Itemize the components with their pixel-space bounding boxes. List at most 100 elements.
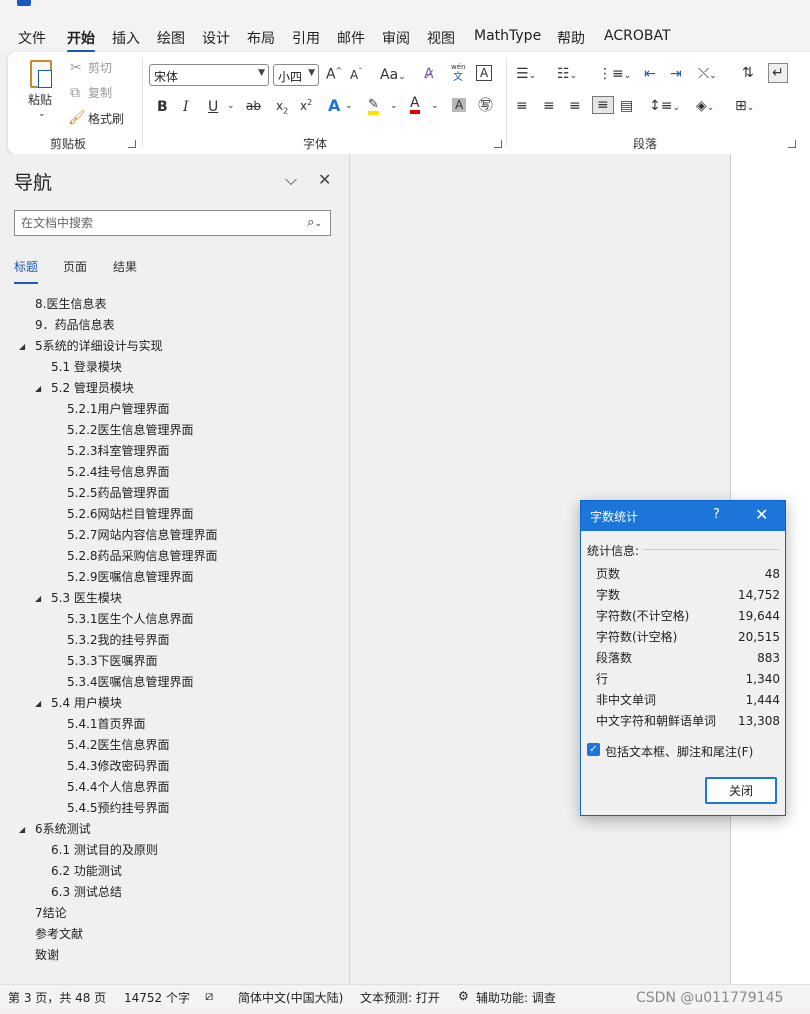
tab-review[interactable]: 审阅 bbox=[382, 28, 410, 48]
include-textbox-label[interactable]: 包括文本框、脚注和尾注(F) bbox=[605, 743, 753, 760]
nav-tree-item[interactable]: 5.2.8药品采购信息管理界面 bbox=[67, 546, 218, 567]
font-launcher-icon[interactable] bbox=[494, 140, 502, 148]
nav-tree-item[interactable]: 5.4.4个人信息界面 bbox=[67, 777, 170, 798]
nav-tree-item[interactable]: 7结论 bbox=[35, 903, 67, 924]
align-center-icon[interactable]: ≡ bbox=[543, 99, 555, 113]
tab-design[interactable]: 设计 bbox=[202, 28, 230, 48]
line-spacing-icon[interactable]: ↕≡⌄ bbox=[649, 99, 680, 113]
decrease-indent-icon[interactable]: ⇤ bbox=[644, 67, 656, 81]
tab-insert[interactable]: 插入 bbox=[112, 28, 140, 48]
tab-layout[interactable]: 布局 bbox=[247, 28, 275, 48]
chevron-down-icon[interactable]: ⌵ bbox=[285, 170, 297, 190]
nav-tree-item[interactable]: 5.2.9医嘱信息管理界面 bbox=[67, 567, 194, 588]
multilevel-list-icon[interactable]: ⋮≡⌄ bbox=[598, 67, 631, 81]
nav-tree-item[interactable]: 5.2.3科室管理界面 bbox=[67, 441, 170, 462]
collapse-triangle-icon[interactable]: ◢ bbox=[19, 336, 25, 357]
collapse-triangle-icon[interactable]: ◢ bbox=[35, 588, 41, 609]
nav-tree-item[interactable]: 5.4.3修改密码界面 bbox=[67, 756, 170, 777]
chevron-down-icon[interactable]: ⌄ bbox=[345, 102, 353, 111]
underline-icon[interactable]: U bbox=[208, 100, 218, 114]
nav-tree-item[interactable]: 5.2.7网站内容信息管理界面 bbox=[67, 525, 218, 546]
word-count-status[interactable]: 14752 个字 bbox=[124, 989, 190, 1006]
justify-icon[interactable]: ≡ bbox=[592, 96, 614, 114]
nav-tree-item[interactable]: 5.4.1首页界面 bbox=[67, 714, 146, 735]
font-name-combo[interactable]: 宋体 ▼ bbox=[149, 64, 269, 86]
shading-icon[interactable]: ◈⌄ bbox=[696, 99, 714, 113]
clear-format-icon[interactable]: A̷ bbox=[424, 67, 434, 81]
search-input[interactable] bbox=[15, 211, 295, 235]
nav-tree-item[interactable]: 9．药品信息表 bbox=[35, 315, 115, 336]
nav-tree-item[interactable]: ◢ 5.2 管理员模块 bbox=[35, 378, 134, 399]
nav-tree-item[interactable]: 5.3.4医嘱信息管理界面 bbox=[67, 672, 194, 693]
nav-tree-item[interactable]: 6.1 测试目的及原则 bbox=[51, 840, 158, 861]
help-icon[interactable]: ? bbox=[713, 507, 720, 522]
tab-help[interactable]: 帮助 bbox=[557, 28, 585, 48]
text-prediction-status[interactable]: 文本预测: 打开 bbox=[360, 989, 440, 1006]
italic-icon[interactable]: I bbox=[183, 100, 189, 114]
numbering-icon[interactable]: ☷⌄ bbox=[557, 67, 577, 81]
nav-tree-item[interactable]: ◢ 5系统的详细设计与实现 bbox=[19, 336, 163, 357]
tab-file[interactable]: 文件 bbox=[18, 28, 46, 48]
text-effects-icon[interactable]: A bbox=[328, 98, 340, 114]
accessibility-icon[interactable]: ⚙ bbox=[458, 989, 469, 1003]
tab-home[interactable]: 开始 bbox=[67, 28, 95, 53]
nav-tree-item[interactable]: 6.2 功能测试 bbox=[51, 861, 122, 882]
format-painter-icon[interactable]: 🖌 bbox=[68, 111, 86, 125]
nav-tree-item[interactable]: 5.3.2我的挂号界面 bbox=[67, 630, 170, 651]
borders-icon[interactable]: ⊞⌄ bbox=[735, 99, 754, 113]
align-left-icon[interactable]: ≡ bbox=[516, 99, 528, 113]
close-icon[interactable]: ✕ bbox=[318, 170, 331, 189]
close-icon[interactable]: ✕ bbox=[755, 505, 768, 524]
highlighter-icon[interactable]: ✎ bbox=[368, 98, 379, 115]
font-color-icon[interactable]: A bbox=[410, 96, 420, 114]
increase-indent-icon[interactable]: ⇥ bbox=[670, 67, 682, 81]
copy-button[interactable]: 复制 bbox=[88, 87, 112, 99]
collapse-triangle-icon[interactable]: ◢ bbox=[35, 693, 41, 714]
distributed-icon[interactable]: ▤ bbox=[620, 99, 633, 113]
tab-mathtype[interactable]: MathType bbox=[474, 28, 541, 44]
font-size-combo[interactable]: 小四 ▼ bbox=[273, 64, 319, 86]
chevron-down-icon[interactable]: ⌄ bbox=[431, 102, 439, 111]
bold-icon[interactable]: B bbox=[157, 100, 168, 114]
include-textbox-checkbox[interactable]: ✓ bbox=[587, 743, 600, 756]
nav-tree-item[interactable]: 5.2.2医生信息管理界面 bbox=[67, 420, 194, 441]
strikethrough-icon[interactable]: ab bbox=[246, 100, 261, 112]
asian-layout-icon[interactable]: ⤬⌄ bbox=[698, 67, 717, 81]
nav-tree-item[interactable]: 5.2.1用户管理界面 bbox=[67, 399, 170, 420]
phonetic-guide-icon[interactable]: wén 文 bbox=[450, 64, 468, 86]
nav-tree-item[interactable]: ◢ 6系统测试 bbox=[19, 819, 91, 840]
collapse-triangle-icon[interactable]: ◢ bbox=[19, 819, 25, 840]
nav-tree-item[interactable]: ◢ 5.4 用户模块 bbox=[35, 693, 122, 714]
accessibility-status[interactable]: 辅助功能: 调查 bbox=[476, 989, 556, 1006]
nav-tree-item[interactable]: 致谢 bbox=[35, 945, 59, 966]
proofing-icon[interactable]: ⧄ bbox=[205, 989, 213, 1004]
nav-tree-item[interactable]: 5.3.1医生个人信息界面 bbox=[67, 609, 194, 630]
chevron-down-icon[interactable]: ⌄ bbox=[227, 102, 235, 111]
nav-tree-item[interactable]: 5.2.4挂号信息界面 bbox=[67, 462, 170, 483]
language-status[interactable]: 简体中文(中国大陆) bbox=[238, 989, 343, 1006]
close-button[interactable]: 关闭 bbox=[705, 777, 777, 804]
align-right-icon[interactable]: ≡ bbox=[569, 99, 581, 113]
nav-tree-item[interactable]: 参考文献 bbox=[35, 924, 83, 945]
shrink-font-icon[interactable]: Aˇ bbox=[350, 68, 362, 82]
nav-tree-item[interactable]: 6.3 测试总结 bbox=[51, 882, 122, 903]
superscript-icon[interactable]: x2 bbox=[300, 99, 312, 113]
show-marks-icon[interactable]: ↵ bbox=[768, 63, 788, 83]
copy-icon[interactable]: ⧉ bbox=[70, 86, 80, 100]
char-border-icon[interactable]: A bbox=[476, 65, 493, 81]
tab-pages[interactable]: 页面 bbox=[63, 258, 87, 275]
nav-tree-item[interactable]: 5.2.6网站栏目管理界面 bbox=[67, 504, 194, 525]
nav-tree-item[interactable]: 5.3.3下医嘱界面 bbox=[67, 651, 158, 672]
dialog-title-bar[interactable]: 字数统计 ? ✕ bbox=[581, 501, 785, 531]
paste-button[interactable]: 粘贴 ⌄ bbox=[22, 58, 62, 122]
search-icon[interactable]: ⌕⌄ bbox=[307, 215, 322, 230]
nav-tree-item[interactable]: 5.1 登录模块 bbox=[51, 357, 122, 378]
tab-draw[interactable]: 绘图 bbox=[157, 28, 185, 48]
clipboard-launcher-icon[interactable] bbox=[128, 140, 136, 148]
nav-search-box[interactable]: ⌕⌄ bbox=[14, 210, 331, 236]
page-count-status[interactable]: 第 3 页，共 48 页 bbox=[8, 989, 106, 1006]
sort-icon[interactable]: ⇅ bbox=[742, 66, 754, 80]
nav-tree-item[interactable]: 5.4.5预约挂号界面 bbox=[67, 798, 170, 819]
bullets-icon[interactable]: ☰⌄ bbox=[516, 67, 536, 81]
char-shading-icon[interactable]: A bbox=[452, 98, 467, 112]
